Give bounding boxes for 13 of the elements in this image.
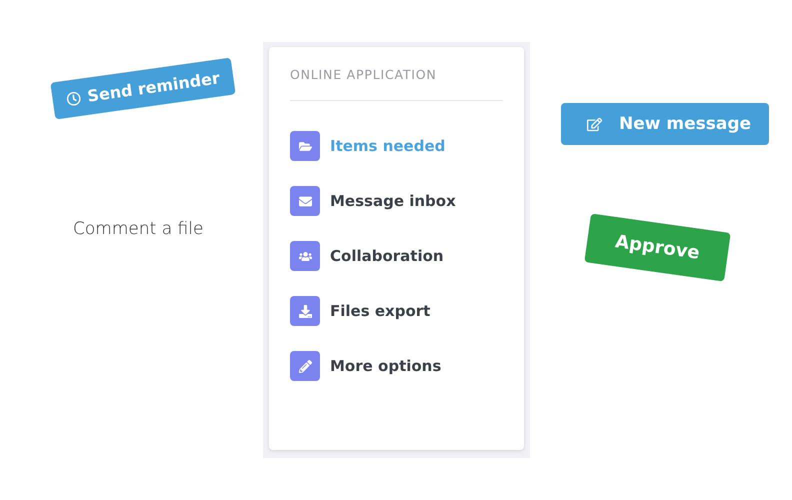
pencil-icon <box>290 351 320 381</box>
envelope-icon <box>290 186 320 216</box>
people-icon <box>290 241 320 271</box>
menu-item[interactable]: Files export <box>290 296 503 326</box>
edit-icon <box>587 116 602 132</box>
clock-icon <box>66 90 82 106</box>
folder-icon <box>290 131 320 161</box>
menu-item[interactable]: Collaboration <box>290 241 503 271</box>
menu-item[interactable]: Message inbox <box>290 186 503 216</box>
comment-text: Comment a file <box>73 219 204 239</box>
download-icon <box>290 296 320 326</box>
card-title: ONLINE APPLICATION <box>290 67 503 101</box>
menu-item[interactable]: More options <box>290 351 503 381</box>
